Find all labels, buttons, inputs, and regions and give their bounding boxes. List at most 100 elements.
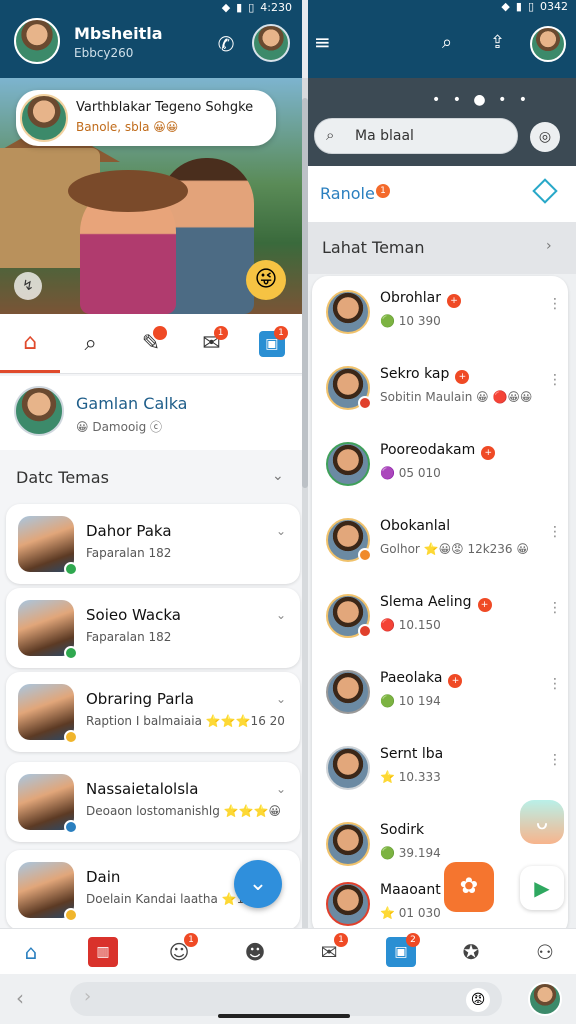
more-icon[interactable]: ⋮ (548, 524, 562, 540)
avatar (326, 882, 370, 926)
tab-search[interactable]: ⌕ (60, 314, 120, 373)
nav-bubble-icon[interactable]: ✪ (456, 937, 486, 967)
left-header: ◆ ▮ ▯ 4:230 Mbsheitla Ebbcy260 ✆ (0, 0, 302, 78)
scroll-down-button[interactable]: ⌄ (234, 860, 282, 908)
camera-icon[interactable]: ◎ (530, 122, 560, 152)
friend-name-text: Obrohlar (380, 290, 442, 306)
user-avatar[interactable] (530, 26, 566, 62)
reaction-emoji-icon[interactable]: 😜 (246, 260, 286, 300)
search-icon[interactable]: ⌕ (442, 32, 452, 53)
chevron-down-icon[interactable]: ⌄ (276, 524, 286, 538)
badge-count: 1 (376, 184, 390, 198)
more-icon[interactable]: ⋮ (548, 676, 562, 692)
right-header: ◆ ▮ ▯ 0342 ≡ ⌕ ⇪ (308, 0, 576, 78)
list-item[interactable]: Pooreodakam + 🟣 05 010 (312, 428, 568, 504)
battery-icon: ▯ (248, 0, 255, 14)
nav-gallery-icon[interactable]: ▣ 2 (386, 933, 420, 967)
friends-section-header[interactable]: Lahat Teman › (308, 222, 576, 274)
add-badge: + (477, 598, 492, 612)
friend-name: Sernt lba (380, 746, 444, 762)
signal-icon: ▮ (515, 0, 522, 13)
nav-chart-icon[interactable]: ▥ (88, 937, 118, 967)
more-icon[interactable]: ⋮ (548, 372, 562, 388)
nav-mail-icon[interactable]: ✉ 1 (314, 933, 348, 967)
tab-gallery[interactable]: ▣ 1 (242, 314, 302, 373)
contact-photo (18, 600, 78, 660)
more-icon[interactable]: ⋮ (548, 296, 562, 312)
status-badge (64, 908, 78, 922)
back-icon[interactable]: ‹ (16, 986, 24, 1010)
emoji-icon[interactable]: 😡 (466, 988, 490, 1012)
search-icon: ⌕ (326, 126, 335, 144)
avatar (326, 746, 370, 790)
more-icon[interactable]: ⋮ (548, 600, 562, 616)
group-avatar[interactable] (14, 18, 60, 64)
chevron-right-icon: › (546, 238, 552, 254)
nav-friends-icon[interactable]: ☻ (240, 937, 270, 967)
friend-name: Paeolaka + (380, 670, 463, 688)
tab-messages[interactable]: ✉ 1 (181, 314, 241, 373)
address-pill[interactable] (70, 982, 502, 1016)
online-badge (64, 562, 78, 576)
list-item[interactable]: Sekro kap + Sobitin Maulain 😀 🔴😀😀 ⋮ (312, 352, 568, 428)
chevron-down-icon[interactable]: ⌄ (276, 782, 286, 796)
avatar (326, 518, 372, 562)
avatar (326, 442, 370, 486)
search-icon: ⌕ (84, 331, 97, 356)
contact-subtitle: Faparalan 182 (86, 630, 172, 644)
list-item[interactable]: Nassaietalolsla Deoaon lostomanishlg ⭐⭐⭐… (6, 762, 300, 842)
friend-subtitle: 🟣 05 010 (380, 466, 441, 480)
mute-icon[interactable]: ↯ (14, 272, 42, 300)
avatar (326, 822, 370, 866)
more-icon[interactable]: ⋮ (548, 752, 562, 768)
status-badge (358, 396, 372, 410)
status-badge (358, 548, 372, 562)
tab-compose[interactable]: ✎ (121, 314, 181, 373)
contact-name: Soieo Wacka (86, 606, 181, 624)
list-item[interactable]: Obraring Parla Raption I balmaiaia ⭐⭐⭐16… (6, 672, 300, 752)
list-item[interactable]: Soieo Wacka Faparalan 182 ⌄ (6, 588, 300, 668)
chevron-down-icon[interactable]: ⌄ (276, 608, 286, 622)
left-pane: ◆ ▮ ▯ 4:230 Mbsheitla Ebbcy260 ✆ Varthbl… (0, 0, 302, 928)
contact-name: Dain (86, 868, 121, 886)
wifi-icon: ◆ (221, 0, 231, 14)
message-bubble[interactable]: Varthblakar Tegeno Sohgke Banole, sbla 😀… (16, 90, 276, 146)
list-item[interactable]: Dahor Paka Faparalan 182 ⌄ (6, 504, 300, 584)
list-item[interactable]: Obrohlar + 🟢 10 390 ⋮ (312, 276, 568, 352)
user-avatar[interactable] (252, 24, 290, 62)
chevron-down-icon[interactable]: ⌄ (276, 692, 286, 706)
avatar (326, 290, 370, 334)
category-row[interactable]: Ranole 1 (308, 166, 576, 222)
notification-dot (153, 326, 168, 340)
search-input[interactable]: Ma blaal (314, 118, 518, 154)
menu-icon[interactable]: ≡ (314, 30, 331, 54)
list-item[interactable]: Paeolaka + 🟢 10 194 ⋮ (312, 656, 568, 732)
list-item[interactable]: Obokanlal Golhor ⭐😀😡 12k236 😀 ⋮ (312, 504, 568, 580)
nav-home-icon[interactable]: ⌂ (16, 937, 46, 967)
play-icon[interactable]: ▶ (520, 866, 564, 910)
phone-icon[interactable]: ✆ (214, 32, 238, 56)
chevron-down-icon[interactable]: ⌄ (272, 468, 284, 484)
home-indicator[interactable] (218, 1014, 350, 1018)
nav-chat-icon[interactable]: ☺ 1 (164, 933, 198, 967)
share-icon[interactable]: ⇪ (490, 32, 505, 53)
forward-icon[interactable]: › (84, 986, 91, 1007)
list-item[interactable]: Sernt lba ⭐ 10.333 ⋮ (312, 732, 568, 808)
hat-shape (68, 170, 188, 212)
diamond-icon[interactable] (532, 178, 558, 204)
friend-name: Sekro kap + (380, 366, 470, 384)
hero-banner[interactable]: Varthblakar Tegeno Sohgke Banole, sbla 😀… (0, 78, 302, 314)
gallery-icon: ▣ (394, 944, 408, 960)
nav-profile-icon[interactable]: ⚇ (530, 937, 560, 967)
avatar (326, 366, 372, 410)
category-name: Ranole (320, 184, 375, 203)
status-time: 4:230 (260, 0, 292, 14)
system-nav-bar: ‹ › 😡 (0, 974, 576, 1024)
profile-row[interactable]: Gamlan Calka 😀 Damooig ⓒ (0, 376, 302, 450)
app-shortcut-button[interactable]: ✿ (444, 862, 494, 912)
list-item[interactable]: Slema Aeling + 🔴 10.150 ⋮ (312, 580, 568, 656)
user-avatar[interactable] (528, 982, 562, 1016)
sticker-button[interactable]: ᴗ (520, 800, 564, 844)
friend-name: Slema Aeling + (380, 594, 492, 612)
tab-home[interactable]: ⌂ (0, 314, 61, 373)
